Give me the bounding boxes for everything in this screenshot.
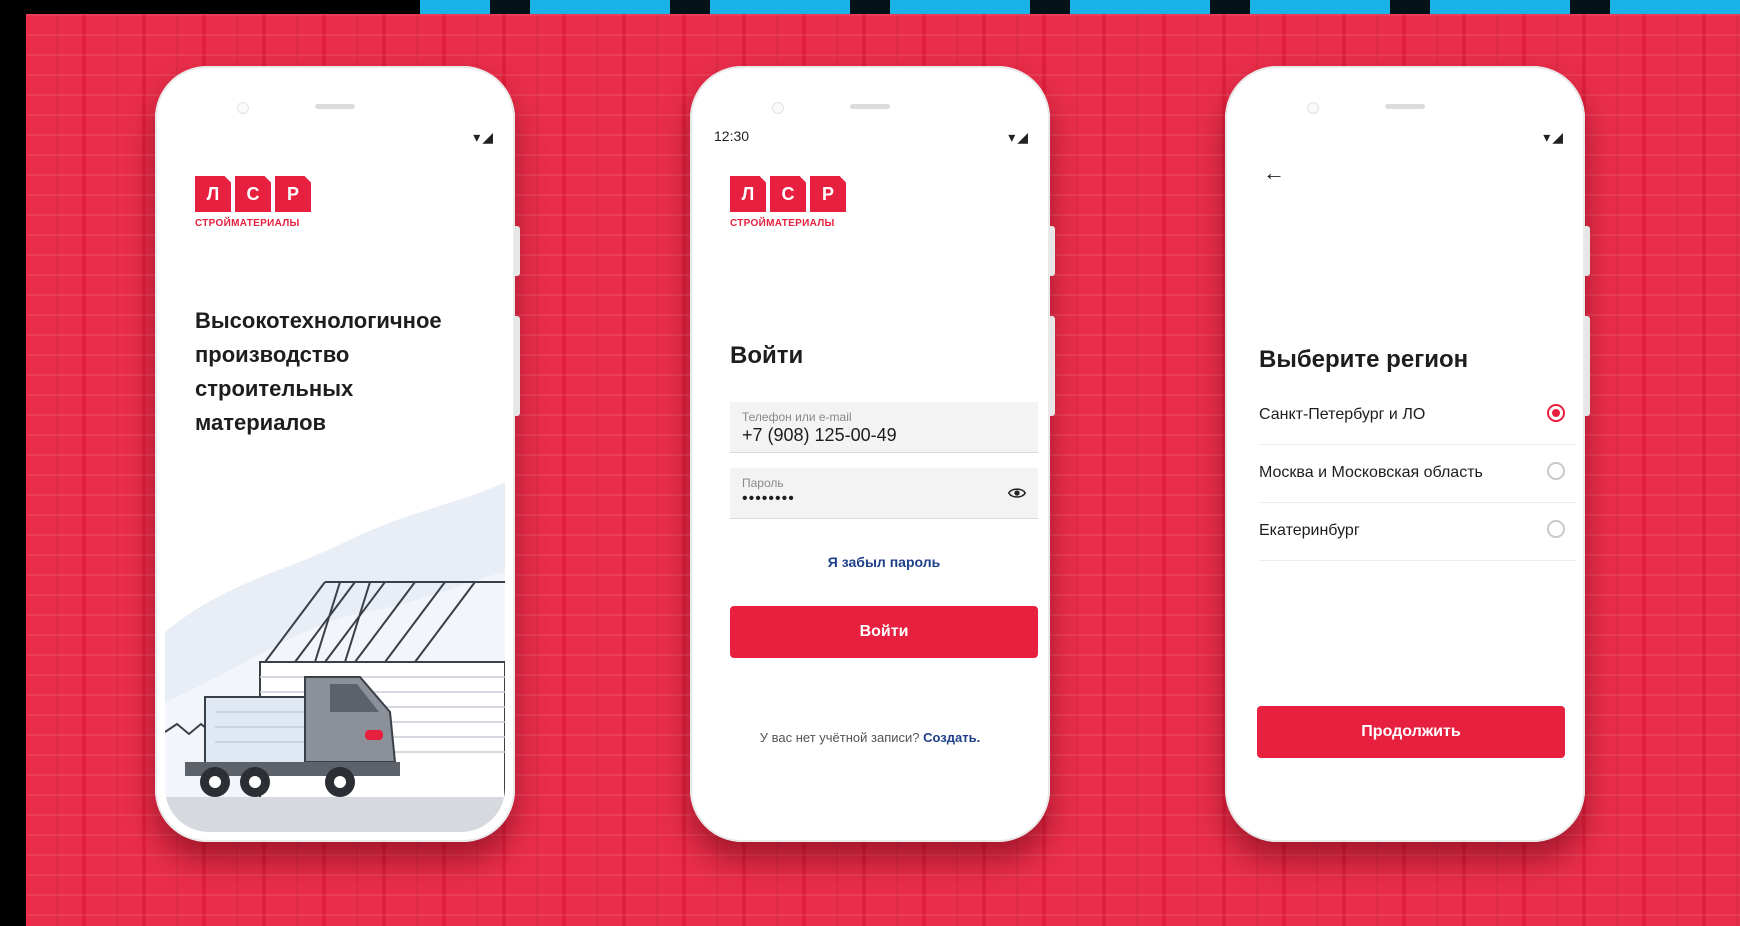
onboarding-headline: Высокотехнологичное производство строите… bbox=[195, 304, 495, 440]
volume-button bbox=[1585, 226, 1590, 276]
phone-email-field[interactable]: Телефон или e-mail +7 (908) 125-00-49 bbox=[730, 402, 1038, 453]
no-account-text: У вас нет учётной записи? bbox=[759, 730, 920, 745]
top-pattern bbox=[420, 0, 1740, 14]
logo-letter: Л bbox=[730, 176, 766, 212]
logo-letter: Р bbox=[810, 176, 846, 212]
logo-letter: Р bbox=[275, 176, 311, 212]
password-field[interactable]: Пароль •••••••• bbox=[730, 468, 1038, 519]
left-border bbox=[0, 0, 26, 926]
signup-prompt: У вас нет учётной записи? Создать. bbox=[710, 730, 1030, 745]
region-option[interactable]: Екатеринбург bbox=[1259, 502, 1575, 561]
status-time: 12:30 bbox=[714, 128, 750, 144]
region-name: Москва и Московская область bbox=[1259, 464, 1483, 481]
lsr-logo: Л С Р СТРОЙМАТЕРИАЛЫ bbox=[730, 176, 846, 229]
phone-email-label: Телефон или e-mail bbox=[742, 410, 852, 424]
password-label: Пароль bbox=[742, 476, 784, 490]
region-option[interactable]: Санкт-Петербург и ЛО bbox=[1259, 386, 1575, 445]
wifi-signal-icon: ▾◢ bbox=[473, 129, 495, 145]
eye-icon[interactable] bbox=[1008, 484, 1026, 502]
login-screen: 12:30 ▾◢ Л С Р СТРОЙМАТЕРИАЛЫ Войти Теле… bbox=[700, 76, 1040, 832]
continue-button[interactable]: Продолжить bbox=[1257, 706, 1565, 758]
radio-selected[interactable] bbox=[1547, 404, 1565, 422]
status-bar: ▾◢ bbox=[187, 128, 495, 145]
power-button bbox=[1585, 316, 1590, 416]
headline-line: производство bbox=[195, 342, 350, 367]
region-option[interactable]: Москва и Московская область bbox=[1259, 444, 1575, 503]
forgot-password-link[interactable]: Я забыл пароль bbox=[730, 554, 1038, 570]
speaker bbox=[1385, 104, 1425, 109]
login-title: Войти bbox=[730, 342, 804, 369]
logo-letter: С bbox=[770, 176, 806, 212]
back-arrow-icon[interactable]: ← bbox=[1263, 160, 1285, 186]
region-name: Екатеринбург bbox=[1259, 522, 1360, 539]
radio-unselected[interactable] bbox=[1547, 520, 1565, 538]
speaker bbox=[315, 104, 355, 109]
volume-button bbox=[1050, 226, 1055, 276]
login-button[interactable]: Войти bbox=[730, 606, 1038, 658]
front-camera bbox=[1307, 102, 1319, 114]
logo-subtitle: СТРОЙМАТЕРИАЛЫ bbox=[730, 218, 835, 229]
phone-email-value[interactable]: +7 (908) 125-00-49 bbox=[742, 425, 897, 446]
status-bar: ▾◢ bbox=[1257, 128, 1565, 145]
volume-button bbox=[515, 226, 520, 276]
logo-subtitle: СТРОЙМАТЕРИАЛЫ bbox=[195, 218, 300, 229]
front-camera bbox=[772, 102, 784, 114]
headline-line: материалов bbox=[195, 410, 327, 435]
phone-region: ▾◢ ← Выберите регион Санкт-Петербург и Л… bbox=[1225, 66, 1590, 842]
region-name: Санкт-Петербург и ЛО bbox=[1259, 406, 1426, 423]
onboarding-screen: ▾◢ Л С Р СТРОЙМАТЕРИАЛЫ Высокотехнологич… bbox=[165, 76, 505, 832]
headline-line: строительных bbox=[195, 376, 354, 401]
logo-letter: С bbox=[235, 176, 271, 212]
truck-warehouse-illustration bbox=[165, 482, 505, 832]
password-value[interactable]: •••••••• bbox=[742, 490, 795, 508]
region-title: Выберите регион bbox=[1259, 346, 1469, 373]
logo-letter: Л bbox=[195, 176, 231, 212]
phone-onboarding: ▾◢ Л С Р СТРОЙМАТЕРИАЛЫ Высокотехнологич… bbox=[155, 66, 520, 842]
power-button bbox=[1050, 316, 1055, 416]
region-screen: ▾◢ ← Выберите регион Санкт-Петербург и Л… bbox=[1235, 76, 1575, 832]
create-account-link[interactable]: Создать. bbox=[923, 730, 980, 745]
phone-login: 12:30 ▾◢ Л С Р СТРОЙМАТЕРИАЛЫ Войти Теле… bbox=[690, 66, 1055, 842]
power-button bbox=[515, 316, 520, 416]
headline-line: Высокотехнологичное bbox=[195, 308, 442, 333]
speaker bbox=[850, 104, 890, 109]
lsr-logo: Л С Р СТРОЙМАТЕРИАЛЫ bbox=[195, 176, 311, 229]
wifi-signal-icon: ▾◢ bbox=[1008, 129, 1030, 145]
status-bar: 12:30 ▾◢ bbox=[714, 128, 1030, 145]
front-camera bbox=[237, 102, 249, 114]
wifi-signal-icon: ▾◢ bbox=[1543, 129, 1565, 145]
radio-unselected[interactable] bbox=[1547, 462, 1565, 480]
